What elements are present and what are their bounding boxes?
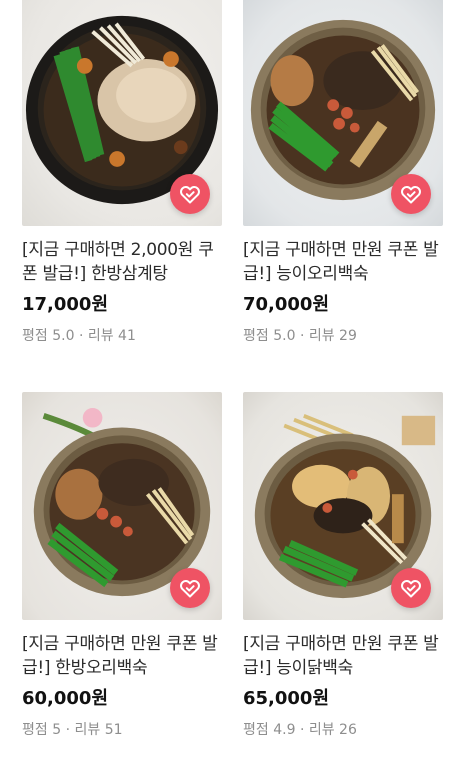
wishlist-button[interactable] bbox=[170, 174, 210, 214]
product-title[interactable]: [지금 구매하면 2,000원 쿠폰 발급!] 한방삼계탕 bbox=[22, 238, 222, 286]
meta-separator: · bbox=[299, 722, 305, 738]
product-title[interactable]: [지금 구매하면 만원 쿠폰 발급!] 한방오리백숙 bbox=[22, 632, 222, 680]
review-count: 리뷰 51 bbox=[74, 722, 123, 738]
product-title[interactable]: [지금 구매하면 만원 쿠폰 발급!] 능이오리백숙 bbox=[243, 238, 443, 286]
heart-check-icon bbox=[401, 580, 421, 598]
meta-separator: · bbox=[78, 328, 84, 344]
product-card[interactable]: [지금 구매하면 만원 쿠폰 발급!] 능이오리백숙 70,000원 평점 5.… bbox=[243, 0, 443, 346]
meta-separator: · bbox=[299, 328, 305, 344]
product-price: 65,000원 bbox=[243, 688, 330, 709]
review-count: 리뷰 26 bbox=[308, 722, 357, 738]
rating-label: 평점 4.9 bbox=[243, 722, 296, 738]
product-card[interactable]: [지금 구매하면 만원 쿠폰 발급!] 한방오리백숙 60,000원 평점 5 … bbox=[22, 392, 222, 740]
rating-label: 평점 5 bbox=[22, 722, 62, 738]
product-meta: 평점 4.9 · 리뷰 26 bbox=[243, 720, 443, 740]
product-image[interactable] bbox=[243, 0, 443, 226]
heart-check-icon bbox=[401, 186, 421, 204]
product-price: 60,000원 bbox=[22, 688, 109, 709]
product-meta: 평점 5 · 리뷰 51 bbox=[22, 720, 222, 740]
product-price: 70,000원 bbox=[243, 294, 330, 315]
wishlist-button[interactable] bbox=[170, 568, 210, 608]
product-image[interactable] bbox=[22, 0, 222, 226]
review-count: 리뷰 29 bbox=[308, 328, 357, 344]
product-meta: 평점 5.0 · 리뷰 29 bbox=[243, 326, 443, 346]
review-count: 리뷰 41 bbox=[87, 328, 136, 344]
product-grid: [지금 구매하면 2,000원 쿠폰 발급!] 한방삼계탕 17,000원 평점… bbox=[0, 0, 466, 767]
meta-separator: · bbox=[65, 722, 71, 738]
product-card[interactable]: [지금 구매하면 2,000원 쿠폰 발급!] 한방삼계탕 17,000원 평점… bbox=[22, 0, 222, 346]
product-image[interactable] bbox=[243, 392, 443, 620]
product-card[interactable]: [지금 구매하면 만원 쿠폰 발급!] 능이닭백숙 65,000원 평점 4.9… bbox=[243, 392, 443, 740]
product-image[interactable] bbox=[22, 392, 222, 620]
rating-label: 평점 5.0 bbox=[22, 328, 75, 344]
product-title[interactable]: [지금 구매하면 만원 쿠폰 발급!] 능이닭백숙 bbox=[243, 632, 443, 680]
heart-check-icon bbox=[180, 186, 200, 204]
rating-label: 평점 5.0 bbox=[243, 328, 296, 344]
product-meta: 평점 5.0 · 리뷰 41 bbox=[22, 326, 222, 346]
product-price: 17,000원 bbox=[22, 294, 109, 315]
heart-check-icon bbox=[180, 580, 200, 598]
wishlist-button[interactable] bbox=[391, 174, 431, 214]
wishlist-button[interactable] bbox=[391, 568, 431, 608]
